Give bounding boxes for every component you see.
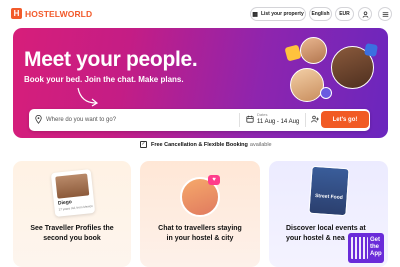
curved-arrow-icon — [77, 87, 99, 107]
list-property-button[interactable]: ▦ List your property — [250, 7, 306, 21]
divider — [305, 113, 306, 127]
get-app-line: Get — [370, 237, 381, 243]
search-bar: Where do you want to go? Dates 11 Aug - … — [29, 109, 370, 131]
calendar-check-icon: ✓ — [140, 141, 147, 148]
card-caption-line: in your hostel & city — [166, 235, 234, 242]
qr-code-icon — [351, 237, 368, 259]
cancellation-muted: available — [249, 141, 272, 148]
heart-icon: ♥ — [208, 175, 220, 185]
feature-card-profiles[interactable]: Diego 27 years old, from Mexico See Trav… — [13, 161, 131, 267]
hostelworld-logo[interactable]: H HOSTELWORLD — [11, 8, 92, 19]
get-app-line: the — [370, 244, 379, 250]
card-caption: See Traveller Profiles the second you bo… — [13, 224, 131, 244]
chat-sticker-icon — [320, 87, 332, 99]
cancellation-bold: Free Cancellation & Flexible Booking — [151, 141, 248, 148]
card-caption-line: See Traveller Profiles the — [30, 225, 114, 232]
hero-subtitle: Book your bed. Join the chat. Make plans… — [24, 75, 184, 84]
guests-icon — [311, 115, 319, 123]
menu-button[interactable] — [378, 7, 392, 21]
building-icon: ▦ — [252, 11, 258, 18]
traveller-avatar-3 — [290, 68, 324, 102]
card-caption-line: Chat to travellers staying — [158, 225, 242, 232]
event-photo — [308, 165, 350, 217]
logo-mark: H — [11, 8, 22, 19]
account-button[interactable] — [358, 7, 372, 21]
language-selector[interactable]: English — [309, 7, 332, 21]
hero-title: Meet your people. — [24, 48, 198, 71]
logo-text: HOSTELWORLD — [25, 8, 93, 19]
location-pin-icon — [35, 115, 42, 124]
feature-card-chat[interactable]: ♥ Chat to travellers staying in your hos… — [140, 161, 260, 267]
cancellation-note: ✓ Free Cancellation & Flexible Booking a… — [140, 141, 272, 148]
currency-selector[interactable]: EUR — [335, 7, 354, 21]
robot-sticker-icon — [364, 43, 378, 57]
dates-field[interactable]: 11 Aug - 14 Aug — [257, 119, 299, 125]
get-app-badge[interactable]: Get the App — [348, 233, 384, 263]
calendar-icon — [246, 115, 254, 123]
destination-input[interactable]: Where do you want to go? — [46, 109, 116, 131]
traveller-profile-preview: Diego 27 years old, from Mexico — [50, 169, 96, 217]
list-property-label: List your property — [260, 11, 304, 17]
thumbs-up-sticker-icon — [284, 44, 302, 62]
user-icon — [362, 10, 368, 18]
card-caption-line: second you book — [43, 235, 101, 242]
card-caption: Chat to travellers staying in your hoste… — [140, 224, 260, 244]
traveller-avatar-1 — [300, 37, 327, 64]
search-button[interactable]: Let's go! — [321, 111, 369, 128]
top-navbar: H HOSTELWORLD ▦ List your property Engli… — [0, 0, 400, 28]
hamburger-icon — [382, 11, 388, 17]
dates-label: Dates — [257, 112, 268, 117]
get-app-line: App — [370, 251, 382, 257]
profile-photo — [55, 173, 90, 199]
divider — [239, 113, 240, 127]
